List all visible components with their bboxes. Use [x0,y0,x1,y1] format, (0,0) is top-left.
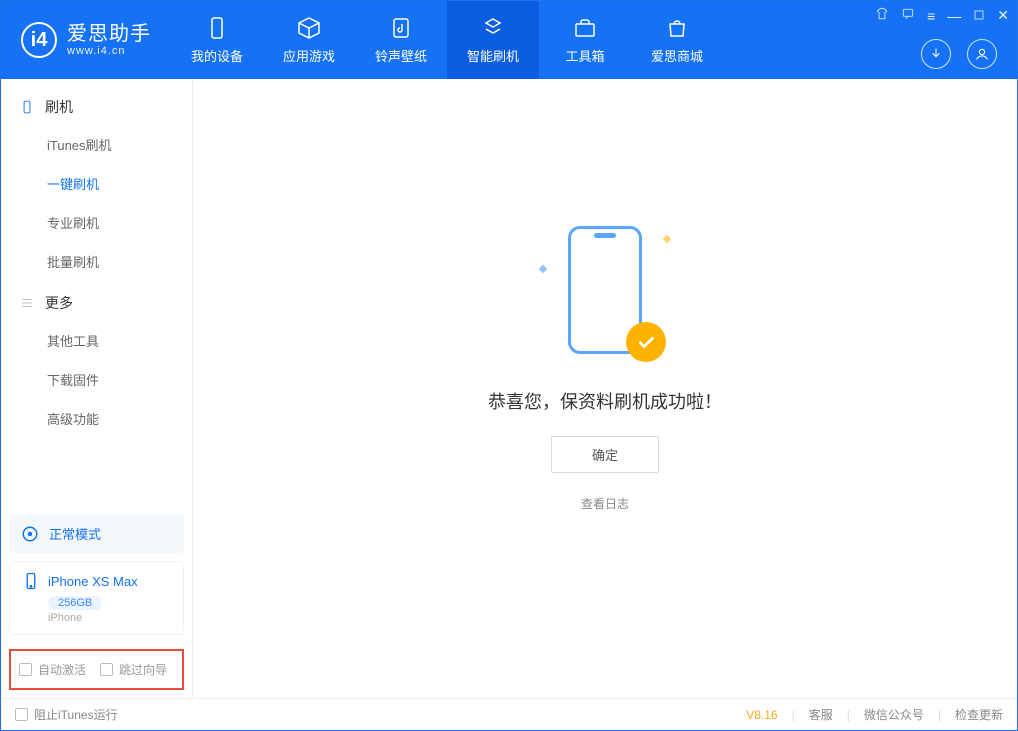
bag-icon [665,16,689,40]
sidebar-item-other-tools[interactable]: 其他工具 [1,321,192,360]
sidebar-item-pro-flash[interactable]: 专业刷机 [1,203,192,242]
checkmark-badge-icon [626,322,666,362]
checkbox-icon [100,663,113,676]
brand-title: 爱思助手 [67,23,151,45]
sidebar-item-download-firmware[interactable]: 下载固件 [1,360,192,399]
sidebar-item-oneclick-flash[interactable]: 一键刷机 [1,164,192,203]
device-type: iPhone [48,612,171,624]
sparkle-icon [539,264,547,272]
tab-label: 应用游戏 [283,46,335,65]
tab-smart-flash[interactable]: 智能刷机 [447,1,539,79]
separator: | [938,708,941,722]
mode-box[interactable]: 正常模式 [9,514,184,553]
sidebar-item-batch-flash[interactable]: 批量刷机 [1,242,192,281]
brand-logo-icon: i4 [21,22,57,58]
device-icon [205,16,229,40]
group-label: 更多 [45,293,73,313]
titlebar-right-icons [921,39,997,69]
support-link[interactable]: 客服 [809,706,833,723]
sidebar-item-advanced[interactable]: 高级功能 [1,399,192,438]
separator: | [792,708,795,722]
tab-label: 工具箱 [565,46,604,65]
tab-label: 爱思商城 [651,46,703,65]
group-label: 刷机 [45,97,73,117]
checkbox-icon [19,663,32,676]
phone-success-illustration [540,226,670,366]
tab-label: 铃声壁纸 [375,46,427,65]
brand: i4 爱思助手 www.i4.cn [1,1,171,79]
tab-my-device[interactable]: 我的设备 [171,1,263,79]
mode-label: 正常模式 [49,524,101,543]
auto-activate-checkbox[interactable]: 自动激活 [19,661,86,678]
cube-icon [297,16,321,40]
maximize-button[interactable] [973,8,985,24]
check-update-link[interactable]: 检查更新 [955,706,1003,723]
music-file-icon [389,16,413,40]
sidebar-group-more[interactable]: 更多 [1,281,192,321]
sidebar-options-highlight: 自动激活 跳过向导 [9,649,184,690]
skip-guide-checkbox[interactable]: 跳过向导 [100,661,167,678]
skin-icon[interactable] [875,7,889,24]
account-button[interactable] [967,39,997,69]
checkbox-icon [15,708,28,721]
toolbox-icon [573,16,597,40]
version-label: V8.16 [746,708,777,722]
window-controls: ≡ — ✕ [875,7,1009,24]
block-itunes-checkbox[interactable]: 阻止iTunes运行 [15,706,118,723]
download-button[interactable] [921,39,951,69]
checkbox-label: 阻止iTunes运行 [34,706,118,723]
success-panel: 恭喜您，保资料刷机成功啦！ 确定 查看日志 [488,226,722,512]
mode-icon [21,525,39,543]
tab-label: 我的设备 [191,46,243,65]
minimize-button[interactable]: — [947,8,961,24]
footer: 阻止iTunes运行 V8.16 | 客服 | 微信公众号 | 检查更新 [1,698,1017,730]
sidebar-item-itunes-flash[interactable]: iTunes刷机 [1,125,192,164]
tab-label: 智能刷机 [467,46,519,65]
device-name: iPhone XS Max [48,574,138,589]
separator: | [847,708,850,722]
app-window: i4 爱思助手 www.i4.cn 我的设备 应用游戏 铃声壁纸 智能刷机 [0,0,1018,731]
tab-apps-games[interactable]: 应用游戏 [263,1,355,79]
close-button[interactable]: ✕ [997,7,1009,24]
tab-toolbox[interactable]: 工具箱 [539,1,631,79]
phone-icon [19,99,35,115]
brand-subtitle: www.i4.cn [67,45,151,57]
sidebar-scroll: 刷机 iTunes刷机 一键刷机 专业刷机 批量刷机 更多 其他工具 下载固件 … [1,79,192,506]
wechat-link[interactable]: 微信公众号 [864,706,924,723]
view-log-link[interactable]: 查看日志 [581,495,629,512]
ok-button[interactable]: 确定 [551,436,659,473]
checkbox-label: 自动激活 [38,661,86,678]
checkbox-label: 跳过向导 [119,661,167,678]
footer-right: V8.16 | 客服 | 微信公众号 | 检查更新 [746,706,1003,723]
device-phone-icon [22,572,40,590]
device-card[interactable]: iPhone XS Max 256GB iPhone [9,561,184,635]
sync-icon [481,16,505,40]
success-message: 恭喜您，保资料刷机成功啦！ [488,388,722,414]
sparkle-icon [663,234,671,242]
sidebar: 刷机 iTunes刷机 一键刷机 专业刷机 批量刷机 更多 其他工具 下载固件 … [1,79,193,698]
nav-tabs: 我的设备 应用游戏 铃声壁纸 智能刷机 工具箱 爱思商城 [171,1,723,79]
brand-text: 爱思助手 www.i4.cn [67,23,151,57]
sidebar-group-flash[interactable]: 刷机 [1,85,192,125]
body: 刷机 iTunes刷机 一键刷机 专业刷机 批量刷机 更多 其他工具 下载固件 … [1,79,1017,698]
titlebar: i4 爱思助手 www.i4.cn 我的设备 应用游戏 铃声壁纸 智能刷机 [1,1,1017,79]
list-icon [19,295,35,311]
device-capacity-badge: 256GB [48,596,102,610]
tab-store[interactable]: 爱思商城 [631,1,723,79]
feedback-icon[interactable] [901,7,915,24]
main-content: 恭喜您，保资料刷机成功啦！ 确定 查看日志 [193,79,1017,698]
tab-ringtone-wallpaper[interactable]: 铃声壁纸 [355,1,447,79]
menu-icon[interactable]: ≡ [927,8,935,24]
